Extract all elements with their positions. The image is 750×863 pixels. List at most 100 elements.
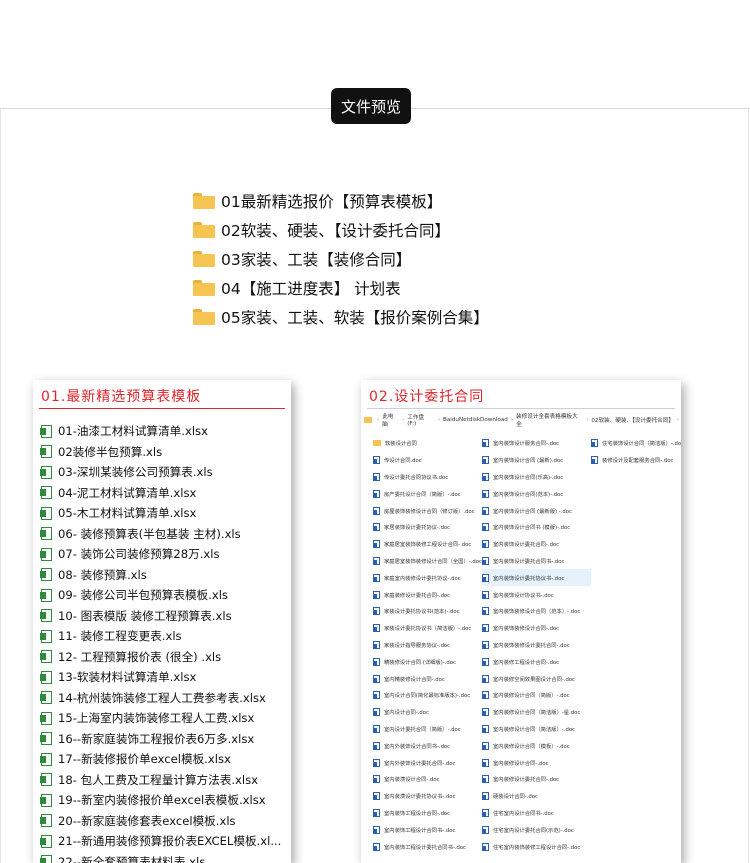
file-item[interactable]: 室内装修设计合同（简版）-.doc <box>482 687 591 704</box>
breadcrumb-item[interactable]: BaiduNetdiskDownload <box>443 417 508 423</box>
folder-item[interactable]: 03家装、工装【装修合同】 <box>193 244 489 273</box>
file-item[interactable]: 传设计委托合同协议书.doc <box>373 469 482 486</box>
file-item[interactable]: 10- 图表模版 装修工程预算表.xls <box>40 606 291 627</box>
file-item[interactable]: 室内装饰设计委托合同书-.doc <box>482 553 591 570</box>
word-file-icon <box>482 439 489 448</box>
folder-item[interactable]: 05家装、工装、软装【报价案例合集】 <box>193 302 489 331</box>
file-item[interactable]: 室内装饰工程设计合同书-.doc <box>373 821 482 838</box>
file-item[interactable]: 室内装修空间效果图设计合同-.doc <box>482 670 591 687</box>
file-item[interactable]: 17--新装修报价单excel模板.xlsx <box>40 749 291 770</box>
file-item[interactable]: 硬装设计合同-.doc <box>482 788 591 805</box>
file-item[interactable]: 室内外装饰设计合同书-.doc <box>373 737 482 754</box>
file-item[interactable]: 室内装潢设计委托协议书-.doc <box>373 788 482 805</box>
file-item[interactable]: 家庭室内装修设计委托协议-.doc <box>373 569 482 586</box>
file-item[interactable]: 室内装饰工程设计委托合同书-.doc <box>373 838 482 855</box>
folder-item[interactable]: 02软装、硬装、【设计委托合同】 <box>193 215 489 244</box>
file-item[interactable]: 室内装修设计合同（模板）-.doc <box>482 737 591 754</box>
file-item[interactable]: 06- 装修预算表(半包基装 主材).xls <box>40 524 291 545</box>
breadcrumb-item[interactable]: 工作盘 (F:) <box>407 413 435 427</box>
file-item[interactable]: 房产委托设计合同（简版）-.doc <box>373 485 482 502</box>
file-item[interactable]: 室内装饰设计合同(范本)-.doc <box>482 485 591 502</box>
file-item[interactable]: 室内装修设计合同（简洁版）-.doc <box>482 721 591 738</box>
file-item[interactable]: 室内装修设计委托合同-.doc <box>482 771 591 788</box>
explorer-breadcrumb[interactable]: › 此电脑 › 工作盘 (F:) › BaiduNetdiskDownload › 装修设计全… <box>361 411 681 429</box>
folder-icon <box>193 279 215 296</box>
file-item[interactable]: 室内设计合同-.doc <box>373 704 482 721</box>
file-item[interactable]: 室内精装修设计合同-.doc <box>373 670 482 687</box>
file-item[interactable]: 14-杭州装饰装修工程人工费参考表.xlsx <box>40 688 291 709</box>
file-item[interactable]: 室内装饰工程设计合同-.doc <box>373 805 482 822</box>
word-file-icon <box>482 540 489 549</box>
preview-frame-right <box>748 108 749 863</box>
folder-label: 01最新精选报价【预算表模板】 <box>221 192 443 211</box>
file-item[interactable]: 软装设计合同 <box>373 435 482 452</box>
file-item[interactable]: 室内装饰设计服务合同-.doc <box>482 435 591 452</box>
file-item[interactable]: 室内设计合同(简化最标准版本)-.doc <box>373 687 482 704</box>
file-item[interactable]: 室内装饰装修设计合同-.doc <box>482 620 591 637</box>
file-column: 软装设计合同 传设计合同.doc 传设计委托合同协议书.doc 房产委托设计合同（简版… <box>373 435 482 855</box>
file-item[interactable]: 精装修设计合同 (详细版)-.doc <box>373 653 482 670</box>
file-item[interactable]: 07- 装饰公司装修预算28万.xls <box>40 544 291 565</box>
file-item[interactable]: 21--新通用装修预算报价表EXCEL模板.xl... <box>40 831 291 852</box>
file-item[interactable]: 传设计合同.doc <box>373 452 482 469</box>
file-item[interactable]: 室内装饰设计合同 (最新版) -.doc <box>482 502 591 519</box>
file-item[interactable]: 住宅装饰设计合同（简洁版）-.doc <box>591 435 681 452</box>
file-item[interactable]: 室内装修工程设计合同-.doc <box>482 653 591 670</box>
file-name: 家装设计委托协议书（简洁版）-.doc <box>384 626 472 633</box>
file-column: 住宅装饰设计合同（简洁版）-.doc 装修设计及配套服务合同-.doc <box>591 435 681 855</box>
file-item[interactable]: 室内装修设计合同-.doc <box>482 754 591 771</box>
file-item[interactable]: 家庭装修设计委托合同-.doc <box>373 586 482 603</box>
file-name: 12- 工程预算报价表 (很全) .xls <box>58 649 222 664</box>
file-item[interactable]: 房屋装饰装修设计合同（修订版）.doc <box>373 502 482 519</box>
file-item[interactable]: 13-软装材料试算清单.xlsx <box>40 667 291 688</box>
file-item[interactable]: 16--新家庭装饰工程报价表6万多.xlsx <box>40 729 291 750</box>
file-item[interactable]: 室内装饰设计合同(乐高)-.doc <box>482 469 591 486</box>
file-item[interactable]: 住宅室内设计委托合同(示范)-.doc <box>482 821 591 838</box>
file-item[interactable]: 15-上海室内装饰装修工程人工费.xlsx <box>40 708 291 729</box>
breadcrumb-item[interactable]: 02软装、硬装、【设计委托合同】 <box>591 416 674 424</box>
file-preview-tab[interactable]: 文件预览 <box>331 88 411 124</box>
file-item[interactable]: 家装设计指导服务协议-.doc <box>373 637 482 654</box>
file-item[interactable]: 20--新家庭装修套表excel模板.xls <box>40 811 291 832</box>
breadcrumb-item[interactable]: 此电脑 <box>382 412 399 428</box>
file-item[interactable]: 22--新全套预算表材料表.xls <box>40 852 291 863</box>
file-item[interactable]: 03-深圳某装修公司预算表.xls <box>40 462 291 483</box>
file-name: 家装设计指导服务协议-.doc <box>384 642 451 649</box>
file-item[interactable]: 室内设计委托合同（简版）-.doc <box>373 721 482 738</box>
file-name: 传设计委托合同协议书.doc <box>384 474 449 481</box>
file-item[interactable]: 住宅室内设计合同书-.doc <box>482 805 591 822</box>
file-name: 01-油漆工材料试算清单.xlsx <box>58 424 208 439</box>
file-item[interactable]: 室内装饰装修设计委托合同-.doc <box>482 637 591 654</box>
file-item[interactable]: 装修设计及配套服务合同-.doc <box>591 452 681 469</box>
file-item[interactable]: 家庭居室装饰装修设计合同（全国）-.doc <box>373 553 482 570</box>
excel-file-icon <box>40 568 52 582</box>
file-item[interactable]: 室内装饰设计合同书 (模版)-.doc <box>482 519 591 536</box>
file-item[interactable]: 05-木工材料试算清单.xlsx <box>40 503 291 524</box>
file-item[interactable]: 家装设计委托协议书（简洁版）-.doc <box>373 620 482 637</box>
file-item[interactable]: 住宅室内装饰装修工程设计合同-.doc <box>482 838 591 855</box>
file-item[interactable]: 室内装修设计合同（简洁版）-星.doc <box>482 704 591 721</box>
file-item[interactable]: 04-泥工材料试算清单.xlsx <box>40 483 291 504</box>
file-item[interactable]: 02装修半包预算.xls <box>40 442 291 463</box>
file-item[interactable]: 12- 工程预算报价表 (很全) .xls <box>40 647 291 668</box>
file-item[interactable]: 09- 装修公司半包预算表模板.xls <box>40 585 291 606</box>
breadcrumb-item[interactable]: 装修设计全套表格模板大全 <box>516 412 583 428</box>
folder-item[interactable]: 04【施工进度表】 计划表 <box>193 273 489 302</box>
file-item[interactable]: 家居装饰设计委托协议-.doc <box>373 519 482 536</box>
file-item[interactable]: 室内外装饰设计委托合同-.doc <box>373 754 482 771</box>
file-item[interactable]: 室内装饰装修设计合同（范本）-.doc <box>482 603 591 620</box>
file-item[interactable]: 室内装潢设计合同-.doc <box>373 771 482 788</box>
file-item[interactable]: 室内装饰设计协议书-.doc <box>482 586 591 603</box>
file-item[interactable]: 01-油漆工材料试算清单.xlsx <box>40 421 291 442</box>
file-item[interactable]: 19--新室内装修报价单excel表模板.xlsx <box>40 790 291 811</box>
file-item[interactable]: 家装设计委托协议书(范本)-.doc <box>373 603 482 620</box>
file-item[interactable]: 家庭居室装饰装修工程设计合同-.doc <box>373 536 482 553</box>
file-item[interactable]: 室内装饰设计合同 (最新).doc <box>482 452 591 469</box>
file-item[interactable]: 室内装饰设计委托协议书-.doc <box>482 569 591 587</box>
file-item[interactable]: 室内装饰设计委托合同-.doc <box>482 536 591 553</box>
file-name: 房产委托设计合同（简版）-.doc <box>384 491 461 498</box>
file-item[interactable]: 18- 包人工费及工程量计算方法表.xlsx <box>40 770 291 791</box>
file-item[interactable]: 08- 装修预算.xls <box>40 565 291 586</box>
file-item[interactable]: 11- 装修工程变更表.xls <box>40 626 291 647</box>
folder-item[interactable]: 01最新精选报价【预算表模板】 <box>193 186 489 215</box>
